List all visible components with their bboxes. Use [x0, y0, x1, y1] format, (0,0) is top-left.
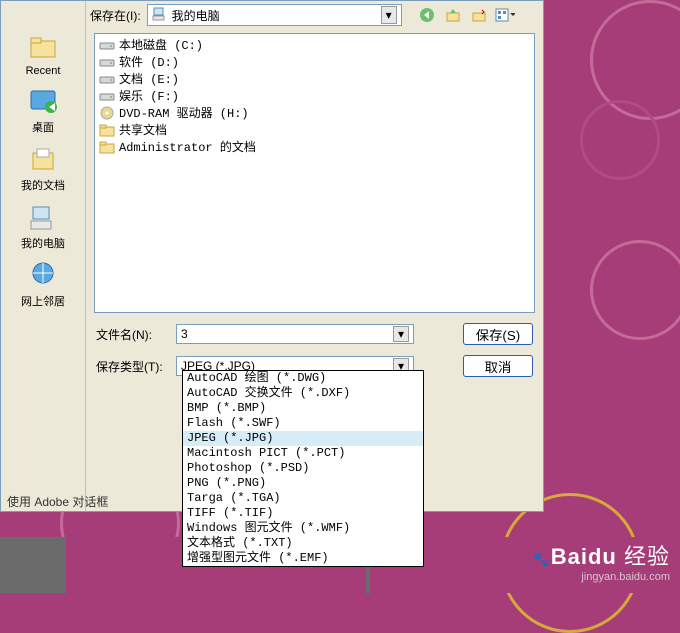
file-item[interactable]: 软件 (D:)	[97, 53, 532, 70]
filetype-option[interactable]: BMP (*.BMP)	[183, 401, 423, 416]
file-name: Administrator 的文档	[119, 138, 256, 155]
filename-value: 3	[181, 327, 188, 341]
filetype-option[interactable]: 增强型图元文件 (*.EMF)	[183, 551, 423, 566]
sidebar-item-documents[interactable]: 我的文档	[21, 143, 65, 193]
sidebar-item-recent[interactable]: Recent	[26, 31, 61, 77]
chevron-down-icon[interactable]: ▾	[393, 326, 409, 342]
up-button[interactable]	[442, 4, 464, 26]
sidebar-label: 网上邻居	[21, 293, 65, 309]
location-text: 我的电脑	[172, 7, 220, 24]
file-name: DVD-RAM 驱动器 (H:)	[119, 104, 249, 121]
sidebar-item-mycomputer[interactable]: 我的电脑	[21, 201, 65, 251]
sidebar-label: 我的文档	[21, 177, 65, 193]
file-name: 软件 (D:)	[119, 53, 179, 70]
filetype-label: 保存类型(T):	[96, 358, 166, 375]
filetype-option[interactable]: AutoCAD 交换文件 (*.DXF)	[183, 386, 423, 401]
file-item[interactable]: 本地磁盘 (C:)	[97, 36, 532, 53]
watermark-cn-text: 经验	[624, 544, 670, 569]
location-combobox[interactable]: 我的电脑 ▾	[147, 4, 402, 26]
sidebar-label: 我的电脑	[21, 235, 65, 251]
filetype-dropdown-list[interactable]: AutoCAD 绘图 (*.DWG)AutoCAD 交换文件 (*.DXF)BM…	[182, 370, 424, 567]
drive-icon	[99, 71, 115, 87]
watermark-brand-text: Baidu	[551, 544, 617, 569]
folder-icon	[99, 122, 115, 138]
view-menu-button[interactable]	[494, 4, 516, 26]
filetype-option[interactable]: TIFF (*.TIF)	[183, 506, 423, 521]
drive-icon	[99, 88, 115, 104]
folder-recent-icon	[27, 31, 59, 63]
filetype-option[interactable]: Windows 图元文件 (*.WMF)	[183, 521, 423, 536]
computer-icon	[27, 201, 59, 233]
save-button[interactable]: 保存(S)	[463, 323, 533, 345]
file-name: 本地磁盘 (C:)	[119, 36, 203, 53]
filetype-option[interactable]: Macintosh PICT (*.PCT)	[183, 446, 423, 461]
file-name: 共享文档	[119, 121, 167, 138]
cancel-button[interactable]: 取消	[463, 355, 533, 377]
dvd-icon	[99, 105, 115, 121]
new-folder-button[interactable]	[468, 4, 490, 26]
file-item[interactable]: DVD-RAM 驱动器 (H:)	[97, 104, 532, 121]
file-item[interactable]: Administrator 的文档	[97, 138, 532, 155]
filetype-option[interactable]: Flash (*.SWF)	[183, 416, 423, 431]
documents-icon	[27, 143, 59, 175]
sidebar-item-desktop[interactable]: 桌面	[27, 85, 59, 135]
file-item[interactable]: 共享文档	[97, 121, 532, 138]
sidebar-label: Recent	[26, 65, 61, 77]
filetype-option[interactable]: JPEG (*.JPG)	[183, 431, 423, 446]
watermark-url-text: jingyan.baidu.com	[533, 571, 670, 583]
filetype-option[interactable]: Targa (*.TGA)	[183, 491, 423, 506]
filetype-option[interactable]: 文本格式 (*.TXT)	[183, 536, 423, 551]
drive-icon	[99, 54, 115, 70]
file-item[interactable]: 文档 (E:)	[97, 70, 532, 87]
filetype-option[interactable]: PNG (*.PNG)	[183, 476, 423, 491]
folder-icon	[99, 139, 115, 155]
file-list[interactable]: 本地磁盘 (C:)软件 (D:)文档 (E:)娱乐 (F:)DVD-RAM 驱动…	[94, 33, 535, 313]
file-item[interactable]: 娱乐 (F:)	[97, 87, 532, 104]
sidebar-item-network[interactable]: 网上邻居	[21, 259, 65, 309]
filename-label: 文件名(N):	[96, 326, 166, 343]
desktop-icon	[27, 85, 59, 117]
filetype-option[interactable]: Photoshop (*.PSD)	[183, 461, 423, 476]
save-in-label: 保存在(I):	[90, 7, 141, 24]
computer-small-icon	[152, 6, 168, 25]
sidebar-label: 桌面	[32, 119, 54, 135]
watermark: Baidu 经验 jingyan.baidu.com	[533, 539, 670, 583]
file-name: 文档 (E:)	[119, 70, 179, 87]
back-button[interactable]	[416, 4, 438, 26]
drive-icon	[99, 37, 115, 53]
pawprint-icon	[533, 544, 549, 560]
toolbar: 保存在(I): 我的电脑 ▾	[86, 1, 543, 29]
network-icon	[27, 259, 59, 291]
file-name: 娱乐 (F:)	[119, 87, 179, 104]
chevron-down-icon[interactable]: ▾	[381, 6, 397, 24]
dialog-footer-link[interactable]: 使用 Adobe 对话框	[1, 491, 114, 511]
filename-input[interactable]: 3 ▾	[176, 324, 414, 344]
filetype-option[interactable]: AutoCAD 绘图 (*.DWG)	[183, 371, 423, 386]
places-sidebar: Recent 桌面 我的文档 我的电脑 网上邻居	[1, 1, 86, 511]
